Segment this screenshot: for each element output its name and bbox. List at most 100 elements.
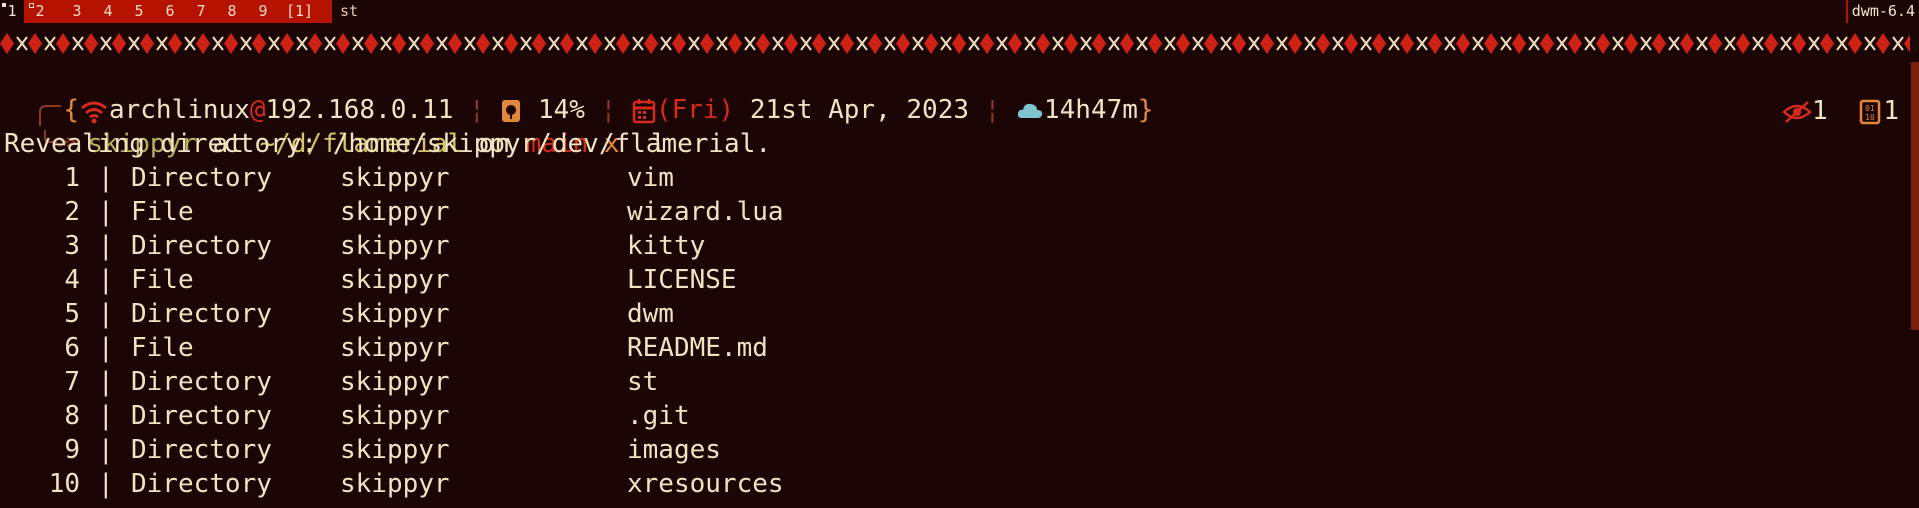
tag-label: 1	[7, 2, 17, 20]
window-title: st	[332, 0, 1846, 23]
file-count: 1	[1883, 96, 1899, 126]
entry-type: File	[131, 265, 194, 295]
tag-label: 2	[35, 2, 45, 20]
listing-row: 8 | Directory skippyr .git	[0, 399, 900, 433]
row-index: 1	[64, 163, 80, 193]
entry-owner: skippyr	[340, 197, 450, 227]
entry-name: wizard.lua	[627, 197, 784, 227]
hidden-count: 1	[1812, 96, 1828, 126]
entry-type: File	[131, 333, 194, 363]
row-index: 10	[48, 469, 80, 499]
column-separator: |	[98, 163, 114, 193]
uptime: 14h47m	[1043, 95, 1138, 125]
row-index: 7	[64, 367, 80, 397]
tag-2[interactable]: 2	[27, 0, 53, 23]
row-index: 6	[64, 333, 80, 363]
column-separator: |	[98, 299, 114, 329]
entry-type: Directory	[131, 367, 272, 397]
listing-row: 10 | Directory skippyr xresources	[0, 467, 900, 501]
entry-name: README.md	[627, 333, 768, 363]
entry-name: .git	[627, 401, 690, 431]
entry-name: vim	[627, 163, 674, 193]
decorative-pattern	[0, 30, 1910, 57]
tag-label: 9	[258, 2, 268, 20]
entry-owner: skippyr	[340, 367, 450, 397]
occupied-indicator-icon	[2, 3, 6, 7]
occupied-indicator-icon	[29, 3, 34, 8]
entry-owner: skippyr	[340, 333, 450, 363]
entry-type: Directory	[131, 469, 272, 499]
column-separator: |	[98, 469, 114, 499]
date: 21st Apr, 2023	[749, 95, 970, 125]
column-separator: |	[98, 401, 114, 431]
row-index: 9	[64, 435, 80, 465]
cloud-icon	[1017, 103, 1043, 118]
file-counter-icon: 0110	[1860, 99, 1881, 124]
prompt-command-line: skippyr at ~/d/flamerial on main x l	[6, 93, 667, 159]
listing-row: 3 | Directory skippyr kitty	[0, 229, 900, 263]
listing-row: 7 | Directory skippyr st	[0, 365, 900, 399]
entry-name: LICENSE	[627, 265, 737, 295]
svg-text:01: 01	[1866, 104, 1876, 113]
status-text: dwm-6.4	[1847, 0, 1919, 23]
column-separator: |	[98, 197, 114, 227]
tag-9[interactable]: 9	[251, 0, 275, 23]
entry-owner: skippyr	[340, 435, 450, 465]
tag-3[interactable]: 3	[65, 0, 89, 23]
output-header: Revealing directory: /home/skippyr/dev/f…	[4, 129, 772, 159]
column-separator: |	[98, 367, 114, 397]
listing-row: 4 | File skippyr LICENSE	[0, 263, 900, 297]
entry-name: xresources	[627, 469, 784, 499]
tag-label: 6	[165, 2, 175, 20]
column-separator: |	[98, 265, 114, 295]
hidden-files-icon	[1782, 100, 1812, 123]
scrollbar[interactable]	[1911, 62, 1919, 330]
column-separator: |	[98, 231, 114, 261]
row-index: 8	[64, 401, 80, 431]
entry-name: dwm	[627, 299, 674, 329]
entry-name: images	[627, 435, 721, 465]
tag-8[interactable]: 8	[220, 0, 244, 23]
row-index: 3	[64, 231, 80, 261]
entry-owner: skippyr	[340, 163, 450, 193]
tag-4[interactable]: 4	[96, 0, 120, 23]
entry-owner: skippyr	[340, 299, 450, 329]
weekday: (Fri)	[655, 95, 735, 125]
tag-1[interactable]: 1	[0, 0, 24, 23]
layout-symbol[interactable]: [1]	[286, 0, 313, 23]
listing-row: 1 | Directory skippyr vim	[0, 161, 900, 195]
entry-type: Directory	[131, 163, 272, 193]
listing-row: 2 | File skippyr wizard.lua	[0, 195, 900, 229]
tag-label: 5	[134, 2, 144, 20]
column-separator: |	[98, 333, 114, 363]
tag-label: 8	[227, 2, 237, 20]
separator: ¦	[984, 95, 1001, 125]
tag-7[interactable]: 7	[189, 0, 213, 23]
row-index: 5	[64, 299, 80, 329]
entry-name: st	[627, 367, 659, 397]
column-separator: |	[98, 435, 114, 465]
entry-owner: skippyr	[340, 401, 450, 431]
tag-label: 4	[103, 2, 113, 20]
tag-label: 3	[72, 2, 82, 20]
listing-row: 6 | File skippyr README.md	[0, 331, 900, 365]
listing-row: 5 | Directory skippyr dwm	[0, 297, 900, 331]
tag-label: 7	[196, 2, 206, 20]
tag-6[interactable]: 6	[158, 0, 182, 23]
right-prompt-status: 1 01 10 1	[1782, 94, 1899, 128]
entry-type: Directory	[131, 435, 272, 465]
entry-name: kitty	[627, 231, 706, 261]
svg-text:10: 10	[1866, 113, 1876, 122]
entry-type: File	[131, 197, 194, 227]
entry-owner: skippyr	[340, 231, 450, 261]
brace-close: }	[1137, 95, 1154, 125]
entry-owner: skippyr	[340, 469, 450, 499]
dwm-status-bar: 1 2 3 4 5 6 7 8 9 [1] st dwm-6.4	[0, 0, 1919, 23]
row-index: 2	[64, 197, 80, 227]
entry-type: Directory	[131, 299, 272, 329]
tag-5[interactable]: 5	[127, 0, 151, 23]
listing-row: 9 | Directory skippyr images	[0, 433, 900, 467]
prompt-info-line: {archlinux@192.168.0.11 ¦ 14% ¦ (Fri) 21…	[6, 59, 1154, 126]
row-index: 4	[64, 265, 80, 295]
entry-type: Directory	[131, 401, 272, 431]
